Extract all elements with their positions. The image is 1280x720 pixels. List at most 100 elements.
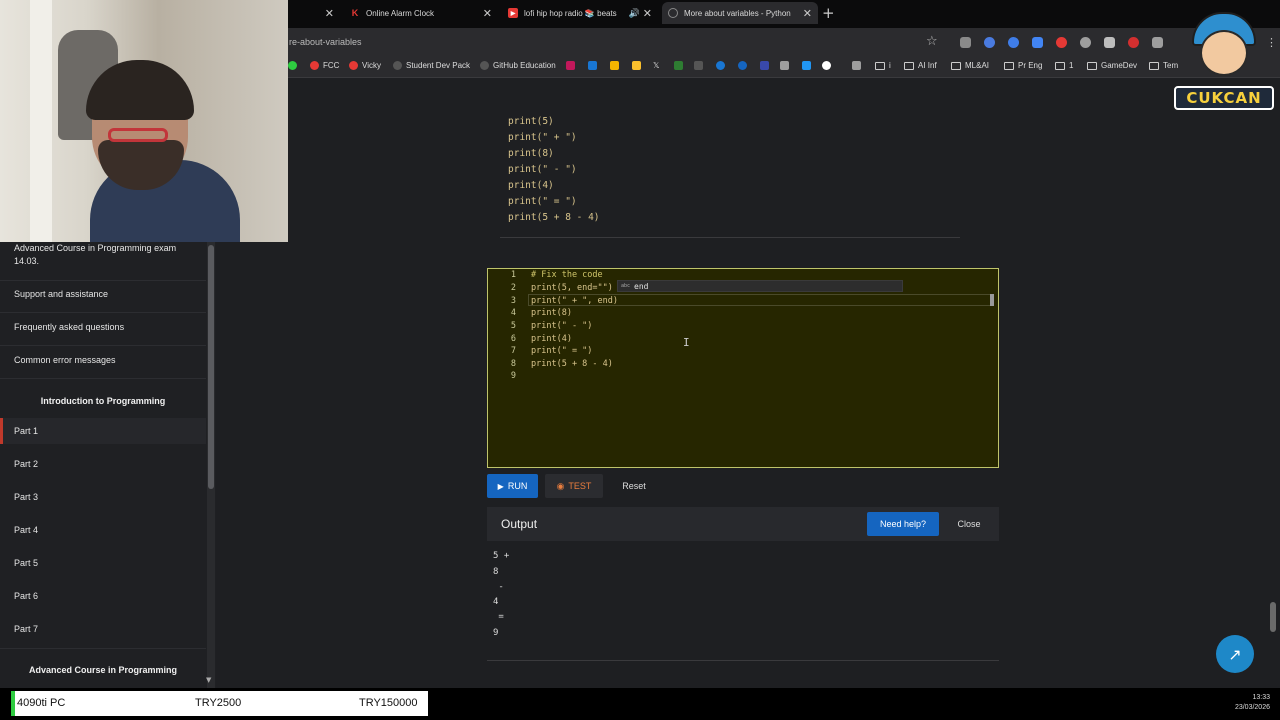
bookmark-icon[interactable] <box>760 61 773 70</box>
bookmark-vicky[interactable]: Vicky <box>349 61 381 70</box>
browser-tab-lofi[interactable]: ▶ lofi hip hop radio 📚 beats 🔊 ✕ <box>502 2 658 24</box>
system-clock[interactable]: 13:33 23/03/2026 <box>1222 693 1270 713</box>
url-field[interactable]: re-about-variables <box>289 37 362 47</box>
extension-icon[interactable] <box>984 37 995 48</box>
sidebar-item-part-5[interactable]: Part 5 <box>14 557 194 570</box>
browser-tab[interactable]: ✕ <box>288 2 340 24</box>
bookmark-github-education[interactable]: GitHub Education <box>480 61 556 70</box>
extension-icon[interactable] <box>1128 37 1139 48</box>
output-line: - <box>493 582 504 592</box>
sample-code-line: print(8) <box>508 148 554 159</box>
browser-tab-alarm[interactable]: K Online Alarm Clock ✕ <box>344 2 498 24</box>
output-line: 8 <box>493 567 499 577</box>
close-output-button[interactable]: Close <box>951 512 987 536</box>
code-line[interactable]: print(5 + 8 - 4) <box>531 359 613 369</box>
shield-icon[interactable] <box>1104 37 1115 48</box>
bookmark-icon[interactable] <box>674 61 687 70</box>
output-line: 5 + <box>493 551 510 561</box>
sidebar-item-exam[interactable]: Advanced Course in Programming exam 14.0… <box>14 242 194 268</box>
sidebar-item-support[interactable]: Support and assistance <box>14 288 194 301</box>
speaker-icon: 🔊 <box>628 7 640 18</box>
bookmark-student-dev-pack[interactable]: Student Dev Pack <box>393 61 470 70</box>
text-suggestion-icon: abc <box>621 283 631 289</box>
globe-icon <box>668 8 678 18</box>
code-line[interactable]: print(4) <box>531 334 572 344</box>
output-title: Output <box>501 517 538 531</box>
bookmark-folder-1[interactable]: 1 <box>1055 61 1073 70</box>
sidebar-scrollbar-thumb[interactable] <box>208 245 214 489</box>
x-icon[interactable]: 𝕏 <box>653 61 659 70</box>
divider <box>0 280 206 281</box>
tab-label: lofi hip hop radio 📚 beats <box>524 8 617 18</box>
page-scrollbar-thumb[interactable] <box>1270 602 1276 632</box>
bookmark-star-icon[interactable]: ☆ <box>926 34 938 49</box>
autocomplete-suggestion[interactable]: end <box>634 282 648 291</box>
sidebar-section-advanced[interactable]: Advanced Course in Programming <box>0 665 206 675</box>
line-number: 7 <box>510 346 516 356</box>
scroll-down-arrow-icon[interactable]: ▼ <box>206 676 211 684</box>
new-tab-icon[interactable]: + <box>822 4 835 22</box>
bookmark-fcc[interactable]: FCC <box>310 61 339 70</box>
sidebar-item-part-2[interactable]: Part 2 <box>14 458 194 471</box>
code-line[interactable]: print(" + ", end) <box>531 296 618 306</box>
sidebar-item-part-7[interactable]: Part 7 <box>14 623 194 636</box>
divider <box>500 237 960 238</box>
bookmark-icon[interactable] <box>738 61 751 70</box>
line-number: 2 <box>510 283 516 293</box>
sidebar-item-errors[interactable]: Common error messages <box>14 354 194 367</box>
sample-code-line: print(4) <box>508 180 554 191</box>
bookmark-icon[interactable] <box>288 61 301 70</box>
bookmark-folder-ai-inf[interactable]: AI Inf <box>904 61 937 70</box>
editor-scrollbar[interactable] <box>990 294 994 306</box>
sidebar-item-part-6[interactable]: Part 6 <box>14 590 194 603</box>
bookmark-icon[interactable] <box>852 61 865 70</box>
close-tab-icon[interactable]: ✕ <box>325 7 334 20</box>
bookmark-icon[interactable] <box>566 61 579 70</box>
bookmark-icon[interactable] <box>694 61 707 70</box>
sidebar-section-intro[interactable]: Introduction to Programming <box>0 396 206 406</box>
extension-icon[interactable] <box>960 37 971 48</box>
play-icon: ▶ <box>497 481 504 491</box>
progress-chart-button[interactable]: ↗ <box>1216 635 1254 673</box>
code-line[interactable]: print(" - ") <box>531 321 592 331</box>
run-button[interactable]: ▶ RUN <box>487 474 538 498</box>
need-help-button[interactable]: Need help? <box>867 512 939 536</box>
code-line[interactable]: print(5, end="") <box>531 283 613 293</box>
sidebar-item-part-1[interactable]: Part 1 <box>14 425 194 438</box>
extension-icon[interactable] <box>1080 37 1091 48</box>
bookmark-folder-gamedev[interactable]: GameDev <box>1087 61 1137 70</box>
bookmark-folder-ml-ai[interactable]: ML&AI <box>951 61 989 70</box>
code-line[interactable]: print(" = ") <box>531 346 592 356</box>
bookmark-folder-i[interactable]: i <box>875 61 891 70</box>
code-line[interactable]: # Fix the code <box>531 270 603 280</box>
code-line[interactable]: print(8) <box>531 308 572 318</box>
close-tab-icon[interactable]: ✕ <box>483 7 492 20</box>
bookmark-icon[interactable] <box>632 61 645 70</box>
bookmark-icon[interactable] <box>716 61 729 70</box>
close-tab-icon[interactable]: ✕ <box>803 7 812 20</box>
output-line: 4 <box>493 597 499 607</box>
bookmark-icon[interactable] <box>780 61 793 70</box>
sample-code-line: print(" = ") <box>508 196 577 207</box>
browser-tab-variables[interactable]: More about variables - Python ✕ <box>662 2 818 24</box>
tab-label: Online Alarm Clock <box>366 8 435 18</box>
adblock-icon[interactable] <box>1056 37 1067 48</box>
autocomplete-popup[interactable]: abc end <box>617 280 903 292</box>
bookmark-icon[interactable] <box>610 61 623 70</box>
extension-icon[interactable] <box>1008 37 1019 48</box>
sidebar-item-part-4[interactable]: Part 4 <box>14 524 194 537</box>
bookmark-icon[interactable] <box>822 61 835 70</box>
viking-mascot-logo: CUKCAN <box>1172 8 1276 112</box>
line-number: 3 <box>510 296 516 306</box>
translate-icon[interactable] <box>1032 37 1043 48</box>
sidebar-item-part-3[interactable]: Part 3 <box>14 491 194 504</box>
extension-icon[interactable] <box>1152 37 1163 48</box>
bookmark-folder-pr-eng[interactable]: Pr Eng <box>1004 61 1042 70</box>
close-tab-icon[interactable]: ✕ <box>643 7 652 20</box>
bookmark-icon[interactable] <box>588 61 601 70</box>
text-cursor-icon: I <box>683 336 690 349</box>
reset-button[interactable]: Reset <box>612 474 656 498</box>
bookmark-icon[interactable] <box>802 61 815 70</box>
sidebar-item-faq[interactable]: Frequently asked questions <box>14 321 194 334</box>
test-button[interactable]: ◉ TEST <box>545 474 603 498</box>
